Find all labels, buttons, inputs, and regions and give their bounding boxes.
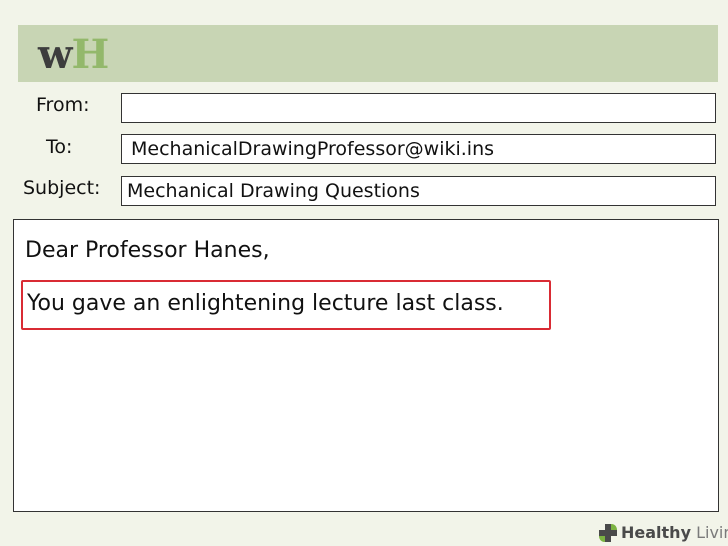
footer-brand-text: Healthy Living xyxy=(621,523,728,543)
from-label: From: xyxy=(36,94,90,116)
from-field[interactable] xyxy=(121,93,716,123)
footer-brand-light: Living xyxy=(696,523,728,542)
healthy-living-logo: Healthy Living xyxy=(598,522,728,544)
wikihow-logo: wH xyxy=(38,31,109,78)
message-body[interactable]: Dear Professor Hanes, You gave an enligh… xyxy=(13,219,719,512)
header-bar: wH xyxy=(18,25,718,82)
plus-leaf-icon xyxy=(599,524,617,542)
highlight-box: You gave an enlightening lecture last cl… xyxy=(21,280,551,330)
logo-letter-w: w xyxy=(38,31,72,78)
to-value: MechanicalDrawingProfessor@wiki.ins xyxy=(131,138,495,160)
subject-value: Mechanical Drawing Questions xyxy=(127,180,420,202)
greeting-line: Dear Professor Hanes, xyxy=(25,238,270,263)
footer-brand-bold: Healthy xyxy=(621,523,691,542)
logo-letter-h: H xyxy=(71,31,109,78)
subject-field[interactable]: Mechanical Drawing Questions xyxy=(121,176,716,206)
to-field[interactable]: MechanicalDrawingProfessor@wiki.ins xyxy=(121,134,716,164)
to-label: To: xyxy=(46,136,73,158)
subject-label: Subject: xyxy=(23,177,101,199)
highlighted-sentence: You gave an enlightening lecture last cl… xyxy=(27,291,504,316)
